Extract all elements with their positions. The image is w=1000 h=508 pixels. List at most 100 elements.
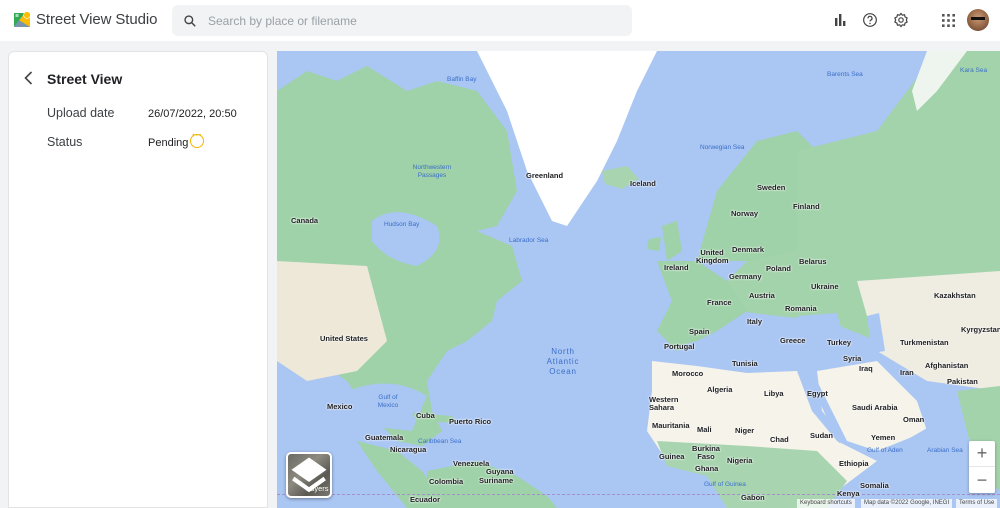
country-label: Italy bbox=[747, 317, 763, 326]
sea-label: Baffin Bay bbox=[447, 76, 477, 83]
app-title: Street View Studio bbox=[36, 11, 158, 28]
country-label: United States bbox=[320, 334, 368, 343]
zoom-in-button[interactable]: + bbox=[969, 441, 995, 467]
sea-label: Caribbean Sea bbox=[418, 438, 462, 445]
country-label: Colombia bbox=[429, 477, 464, 486]
country-label: Yemen bbox=[871, 433, 896, 442]
country-label: Guyana bbox=[486, 467, 514, 476]
country-label: Sudan bbox=[810, 431, 833, 440]
search-bar[interactable] bbox=[172, 5, 632, 36]
country-label: Turkey bbox=[827, 338, 852, 347]
map-view[interactable]: Baffin Bay Northwestern Passages Hudson … bbox=[277, 51, 1000, 508]
country-label: Libya bbox=[764, 389, 784, 398]
country-label: Romania bbox=[785, 304, 817, 313]
details-panel: Street View Upload date 26/07/2022, 20:5… bbox=[8, 51, 268, 508]
layers-button[interactable]: Layers bbox=[286, 452, 332, 498]
sea-label: Kara Sea bbox=[960, 67, 988, 74]
country-label: Gabon bbox=[741, 493, 765, 502]
status-label: Status bbox=[47, 135, 83, 149]
layers-label: Layers bbox=[306, 484, 329, 493]
apps-grid-icon bbox=[941, 13, 955, 27]
settings-icon bbox=[894, 12, 908, 28]
country-label: Egypt bbox=[807, 389, 828, 398]
country-label: Ukraine bbox=[811, 282, 839, 291]
sea-label: Hudson Bay bbox=[384, 221, 420, 228]
search-input[interactable] bbox=[208, 13, 608, 28]
status-value: Pending bbox=[148, 137, 189, 149]
country-label: Iran bbox=[900, 368, 914, 377]
country-label: Tunisia bbox=[732, 359, 758, 368]
country-label: Poland bbox=[766, 264, 792, 273]
help-icon bbox=[863, 13, 877, 27]
country-label: Suriname bbox=[479, 476, 514, 485]
country-label: Norway bbox=[731, 209, 759, 218]
panel-title: Street View bbox=[47, 71, 123, 87]
country-label: Austria bbox=[749, 291, 775, 300]
country-label: Ethiopia bbox=[839, 459, 869, 468]
upload-date-value: 26/07/2022, 20:50 bbox=[148, 108, 237, 120]
country-label: Greenland bbox=[526, 171, 564, 180]
uk-label: United Kingdom bbox=[696, 248, 729, 265]
account-avatar[interactable] bbox=[967, 9, 989, 31]
sea-label: Labrador Sea bbox=[509, 237, 549, 244]
country-label: Somalia bbox=[860, 481, 889, 490]
country-label: Canada bbox=[291, 216, 319, 225]
country-label: Spain bbox=[689, 327, 710, 336]
country-label: Mali bbox=[697, 425, 712, 434]
sea-label: Arabian Sea bbox=[927, 447, 963, 454]
country-label: Guatemala bbox=[365, 433, 404, 442]
back-arrow-icon[interactable] bbox=[21, 70, 37, 86]
country-label: Nicaragua bbox=[390, 445, 427, 454]
country-label: Syria bbox=[843, 354, 862, 363]
country-label: France bbox=[707, 298, 732, 307]
country-label: Puerto Rico bbox=[449, 417, 492, 426]
upload-date-label: Upload date bbox=[47, 106, 115, 120]
country-label: Saudi Arabia bbox=[852, 403, 898, 412]
help-button[interactable] bbox=[860, 10, 880, 30]
ocean-label: North Atlantic Ocean bbox=[546, 347, 580, 376]
country-label: Chad bbox=[770, 435, 789, 444]
black-sea bbox=[797, 313, 842, 333]
country-label: Ecuador bbox=[410, 495, 441, 504]
country-label: Algeria bbox=[707, 385, 733, 394]
country-label: Iraq bbox=[859, 364, 873, 373]
equator-line bbox=[277, 494, 1000, 495]
country-label: Mexico bbox=[327, 402, 353, 411]
settings-button[interactable] bbox=[891, 10, 911, 30]
country-label: Sweden bbox=[757, 183, 786, 192]
sea-label: Gulf of Guinea bbox=[704, 481, 746, 488]
analytics-button[interactable] bbox=[830, 10, 850, 30]
country-label: Oman bbox=[903, 415, 925, 424]
country-label: Denmark bbox=[732, 245, 765, 254]
country-label: Cuba bbox=[416, 411, 435, 420]
zoom-out-button[interactable]: − bbox=[969, 467, 995, 493]
country-label: Ireland bbox=[664, 263, 689, 272]
map-data-attribution: Map data ©2022 Google, INEGI bbox=[861, 499, 953, 508]
sea-label: Gulf of Aden bbox=[867, 447, 903, 454]
country-label: Nigeria bbox=[727, 456, 753, 465]
top-app-bar: Street View Studio bbox=[0, 0, 1000, 41]
country-label: Pakistan bbox=[947, 377, 978, 386]
country-label: Germany bbox=[729, 272, 762, 281]
country-label: Greece bbox=[780, 336, 806, 345]
sea-label: Gulf of Mexico bbox=[377, 394, 399, 409]
country-label: Western Sahara bbox=[649, 395, 679, 412]
keyboard-shortcuts-link[interactable]: Keyboard shortcuts bbox=[797, 499, 855, 508]
country-label: Niger bbox=[735, 426, 755, 435]
country-label: Morocco bbox=[672, 369, 704, 378]
country-label: Venezuela bbox=[453, 459, 490, 468]
apps-button[interactable] bbox=[938, 10, 958, 30]
country-label: Finland bbox=[793, 202, 820, 211]
search-icon bbox=[184, 14, 196, 27]
country-label: Iceland bbox=[630, 179, 656, 188]
country-label: Mauritania bbox=[652, 421, 690, 430]
country-label: Guinea bbox=[659, 452, 685, 461]
ireland bbox=[647, 237, 661, 251]
sea-label: Norwegian Sea bbox=[700, 144, 745, 151]
terms-of-use-link[interactable]: Terms of Use bbox=[956, 499, 998, 508]
zoom-controls: + − bbox=[969, 441, 995, 493]
country-label: Kazakhstan bbox=[934, 291, 976, 300]
country-label: Ghana bbox=[695, 464, 719, 473]
country-label: Afghanistan bbox=[925, 361, 969, 370]
bar-chart-icon bbox=[835, 14, 846, 26]
